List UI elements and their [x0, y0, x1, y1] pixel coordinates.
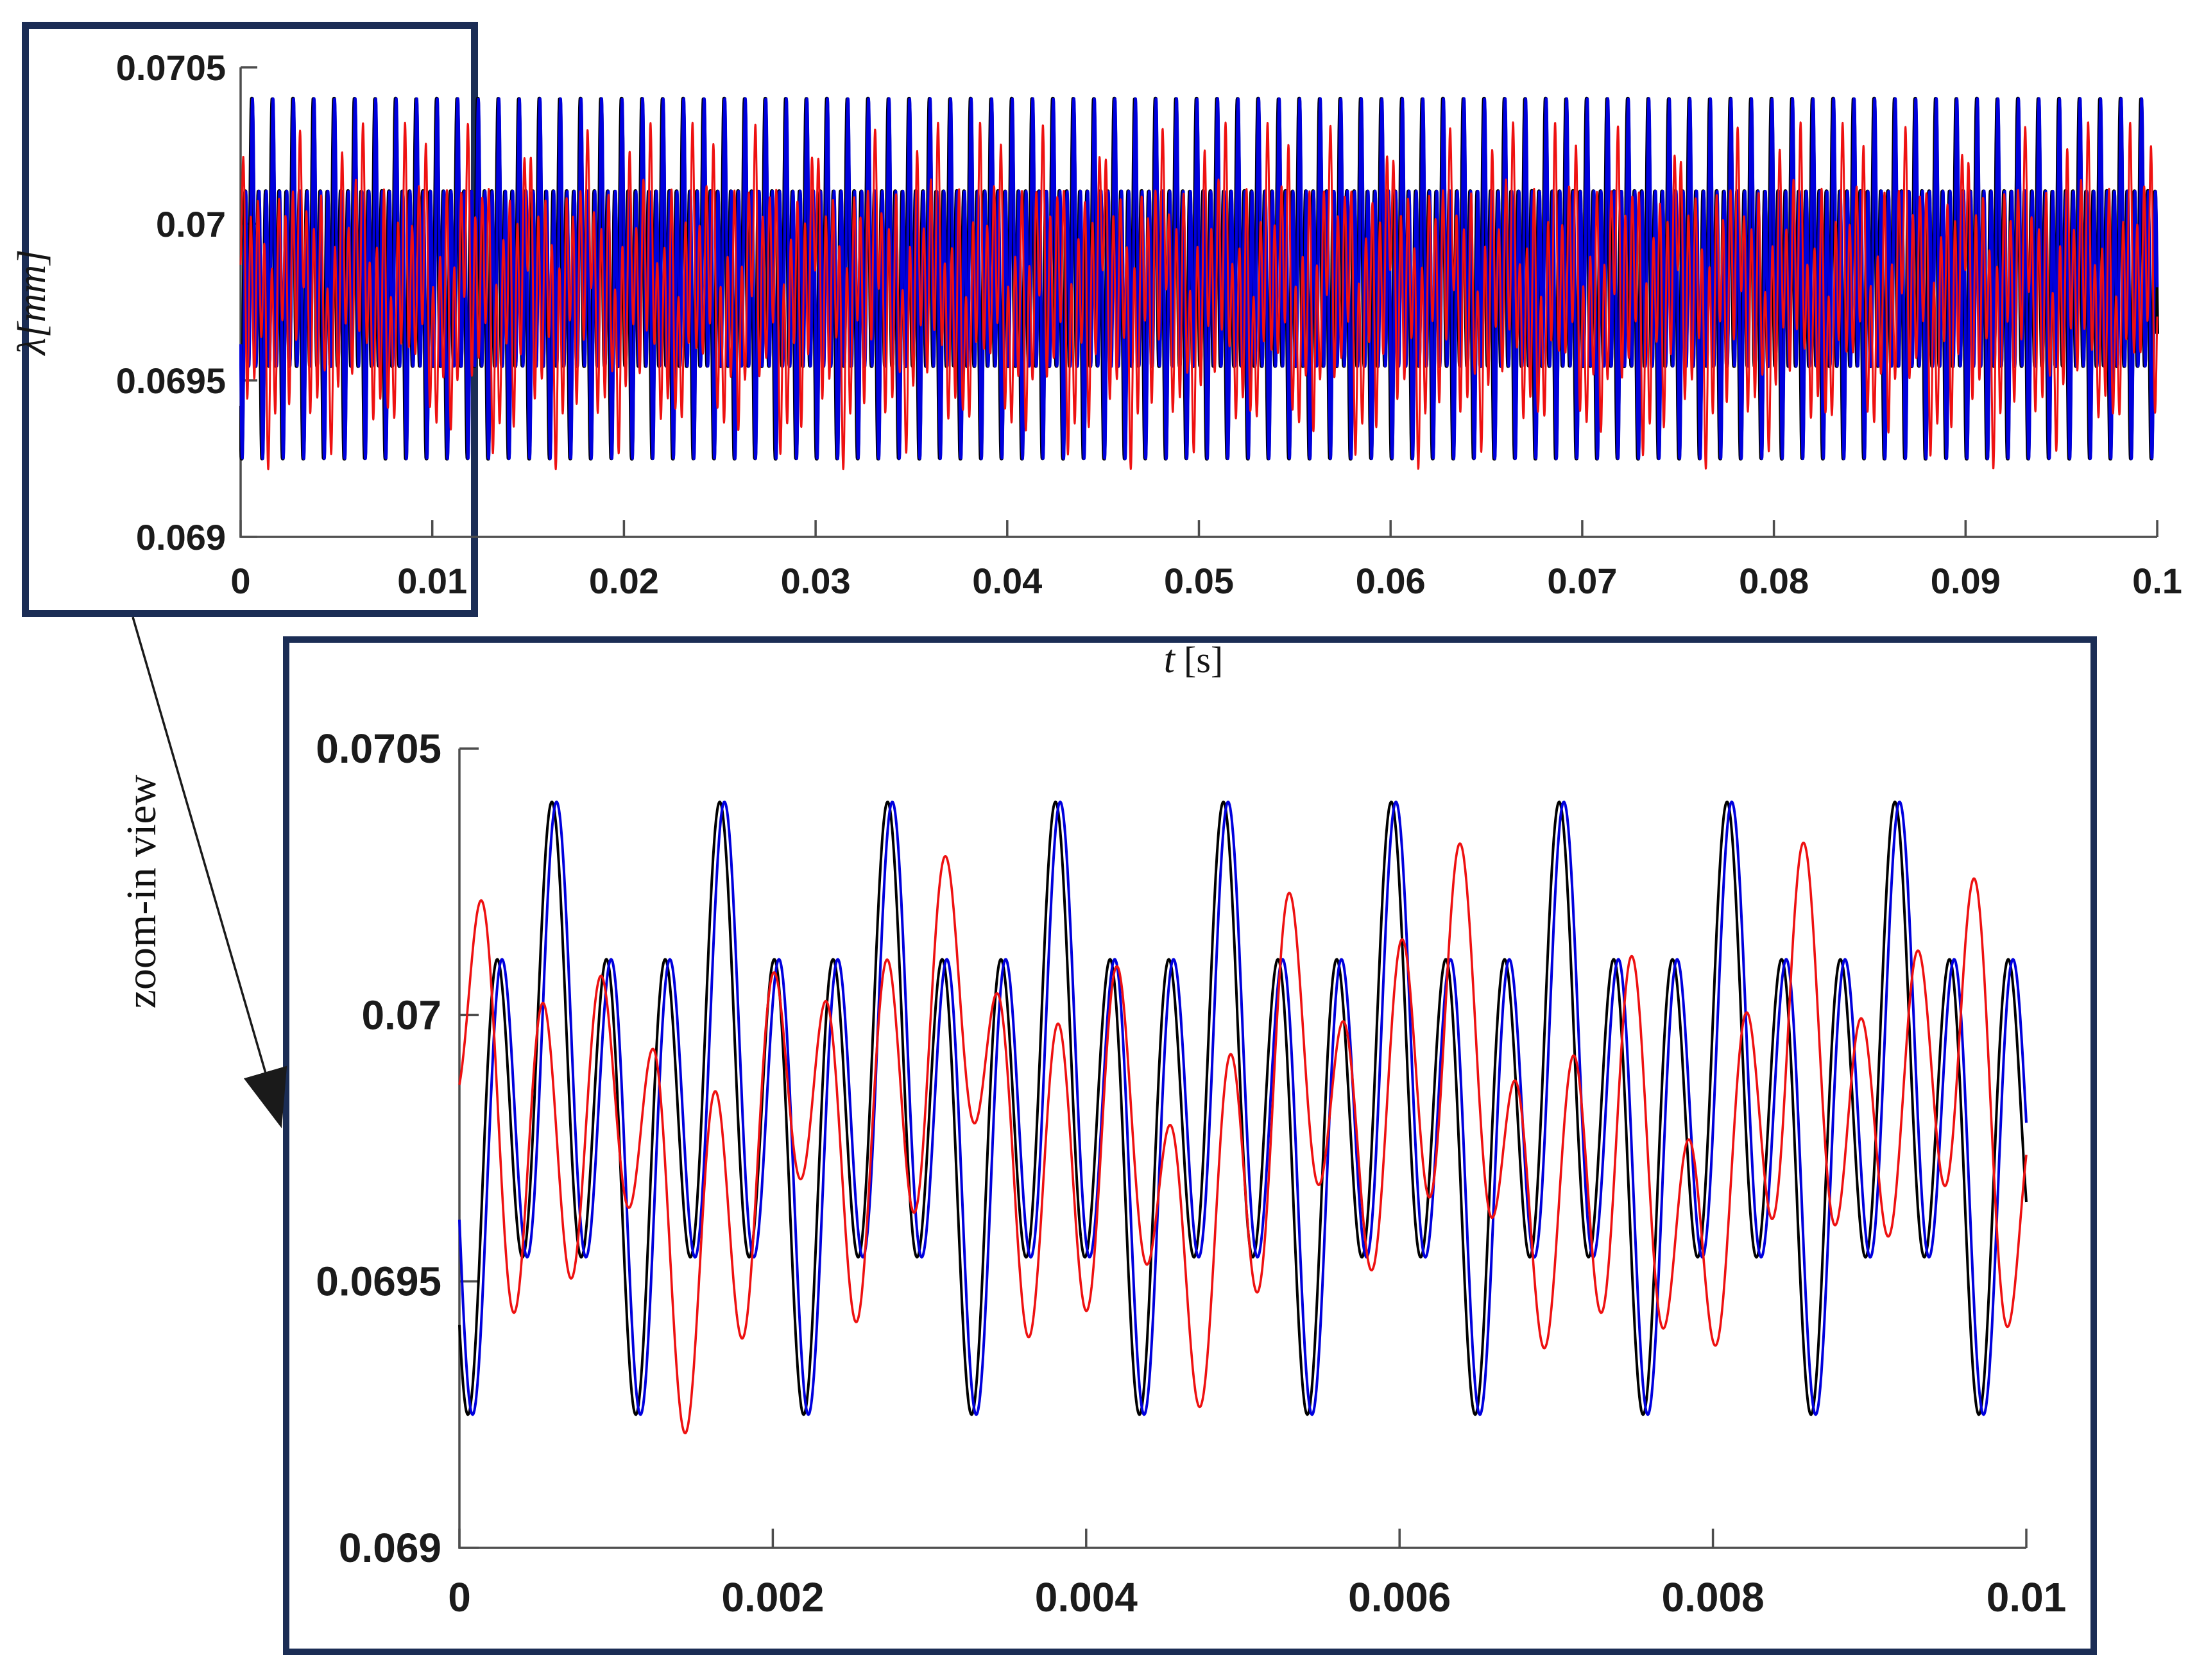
x-tick-label: 0.002	[721, 1574, 824, 1620]
zoom-view-curves	[458, 801, 2028, 1434]
y-tick-label: 0.0705	[116, 47, 226, 88]
x-tick-label: 0.006	[1348, 1574, 1451, 1620]
y-tick-label: 0.069	[339, 1525, 441, 1571]
x-axis-title-var: t	[1164, 638, 1176, 681]
x-tick-label: 0.01	[1987, 1574, 2067, 1620]
x-tick-label: 0.06	[1356, 561, 1426, 601]
y-axis-title: λ[mm]	[10, 250, 54, 357]
y-tick-label: 0.07	[156, 204, 226, 244]
x-axis-title: t [s]	[1164, 638, 1223, 681]
x-tick-label: 0.04	[972, 561, 1042, 601]
x-tick-label: 0.02	[589, 561, 659, 601]
x-axis-title-unit: [s]	[1184, 639, 1223, 681]
x-tick-label: 0.01	[397, 561, 467, 601]
y-tick-label: 0.07	[361, 992, 441, 1038]
y-tick-label: 0.0695	[116, 361, 226, 401]
x-tick-label: 0.004	[1035, 1574, 1138, 1620]
figure-svg: zoom-in view 0 0.01 0.02 0.03 0.04 0.05 0.06 0.…	[10, 22, 2182, 1655]
chart-full-view: 0 0.01 0.02 0.03 0.04 0.05 0.06 0.07 0.08 0.09 0.1…	[10, 47, 2182, 681]
zoom-arrow-label: zoom-in view	[118, 774, 165, 1008]
x-tick-label: 0.03	[781, 561, 851, 601]
chart-zoom-view: 0 0.002 0.004 0.006 0.008 0.01 0.069 0.0695 0.07…	[316, 725, 2066, 1620]
y-tick-label: 0.0695	[316, 1259, 441, 1305]
figure-canvas: zoom-in view 0 0.01 0.02 0.03 0.04 0.05 0.06 0.…	[0, 0, 2197, 1680]
full-view-curves	[239, 96, 2159, 471]
x-tick-label: 0.1	[2132, 561, 2182, 601]
x-tick-label: 0.05	[1164, 561, 1234, 601]
y-tick-label: 0.0705	[316, 725, 441, 772]
y-tick-label: 0.069	[136, 517, 226, 557]
curve-blue	[458, 801, 2028, 1416]
x-tick-label: 0.09	[1931, 561, 2001, 601]
x-tick-label: 0.07	[1547, 561, 1617, 601]
x-tick-label: 0.08	[1739, 561, 1809, 601]
x-tick-label: 0.008	[1662, 1574, 1765, 1620]
x-tick-label: 0	[230, 561, 250, 601]
curve-black	[458, 801, 2028, 1416]
x-tick-label: 0	[448, 1574, 471, 1620]
